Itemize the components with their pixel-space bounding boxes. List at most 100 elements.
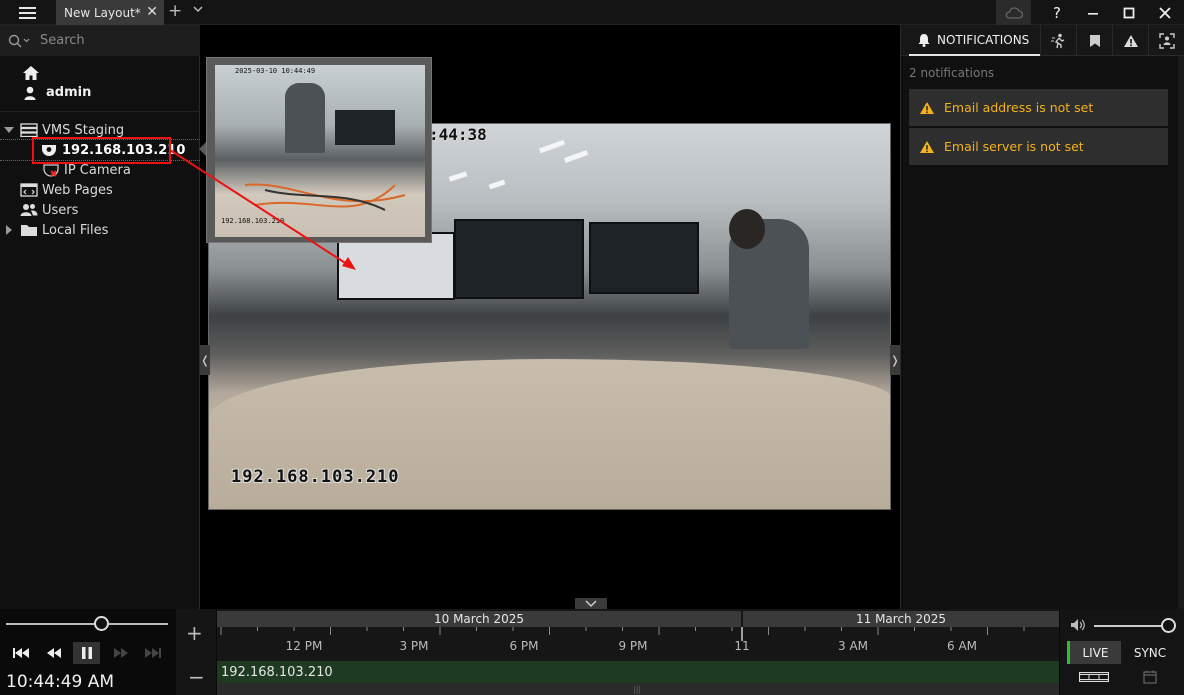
tab-notifications[interactable]: NOTIFICATIONS	[909, 25, 1040, 56]
maximize-icon	[1123, 7, 1135, 18]
playback-controls: 10:44:49 AM + − 10 March 2025 11 March 2…	[0, 609, 1184, 695]
notifications-scrollbar[interactable]	[1178, 56, 1184, 609]
notification-item[interactable]: Email address is not set	[909, 89, 1168, 126]
video-detail	[589, 222, 699, 294]
help-button[interactable]: ?	[1039, 0, 1075, 25]
tab-bookmarks[interactable]	[1076, 25, 1112, 56]
skip-forward-icon	[144, 648, 161, 658]
tree-item-users[interactable]: Users	[20, 200, 78, 220]
tree-item-local-files[interactable]: Local Files	[0, 220, 108, 240]
server-icon	[20, 123, 38, 137]
playback-clock: 10:44:49 AM	[6, 672, 115, 692]
timeline-date-segment: 11 March 2025	[743, 611, 1059, 627]
home-icon[interactable]	[22, 65, 40, 81]
cloud-button[interactable]	[996, 0, 1031, 25]
fast-forward-button[interactable]	[107, 642, 134, 664]
thumbnails-toggle-button[interactable]	[1067, 667, 1121, 687]
tree-item-web-pages[interactable]: Web Pages	[20, 180, 113, 200]
users-label: Users	[42, 202, 79, 218]
pause-button[interactable]	[73, 642, 100, 664]
minimize-icon	[1088, 12, 1098, 15]
next-chunk-button[interactable]	[139, 642, 166, 664]
warning-icon	[920, 101, 934, 114]
timeline-scroll-grip[interactable]: |||	[633, 685, 641, 694]
timeline-date-segment: 10 March 2025	[217, 611, 741, 627]
notifications-panel: NOTIFICATIONS 2 notifications Email addr…	[900, 25, 1184, 609]
volume-and-mode-area: LIVE SYNC	[1060, 609, 1184, 695]
timeline-hour-label: 3 PM	[399, 639, 429, 653]
timeline-hour-label: 3 AM	[837, 639, 869, 653]
timeline-date-label: 10 March 2025	[433, 612, 525, 626]
server-label: VMS Staging	[42, 122, 125, 138]
right-panel-toggle[interactable]: ❭	[890, 345, 900, 375]
minimize-button[interactable]	[1075, 0, 1111, 25]
timeline-camera-track[interactable]: 192.168.103.210	[217, 661, 1059, 683]
right-panel-tabs: NOTIFICATIONS	[901, 25, 1184, 56]
volume-icon[interactable]	[1070, 618, 1086, 632]
volume-slider[interactable]	[1094, 625, 1166, 627]
object-detection-icon	[1158, 32, 1175, 49]
users-icon	[20, 203, 38, 217]
timeline-track-label: 192.168.103.210	[221, 664, 333, 680]
notification-item[interactable]: Email server is not set	[909, 128, 1168, 165]
zoom-in-button[interactable]: +	[186, 621, 203, 645]
rewind-icon	[46, 648, 61, 658]
close-tab-icon[interactable]: ✕	[146, 4, 158, 20]
chevron-down-icon	[585, 600, 597, 608]
preview-osd-bottom: 192.168.103.210	[221, 217, 285, 225]
left-panel-toggle[interactable]: ❬	[200, 345, 210, 375]
bookmark-icon	[1089, 34, 1100, 47]
expand-arrow-icon[interactable]	[0, 123, 20, 137]
collapse-arrow-icon[interactable]	[0, 223, 20, 237]
sync-button[interactable]: SYNC	[1123, 641, 1177, 664]
tab-events[interactable]	[1112, 25, 1148, 56]
video-detail	[488, 179, 506, 190]
previous-chunk-button[interactable]	[7, 642, 34, 664]
search-input[interactable]: Search	[40, 33, 85, 48]
speed-slider[interactable]	[6, 623, 168, 625]
close-window-button[interactable]	[1147, 0, 1183, 25]
camera-offline-icon	[42, 163, 60, 177]
live-button[interactable]: LIVE	[1067, 641, 1121, 664]
timeline-date-label: 11 March 2025	[855, 612, 947, 626]
layout-tab[interactable]: New Layout* ✕	[56, 0, 164, 25]
search-box[interactable]: Search	[0, 25, 200, 56]
search-icon	[8, 34, 30, 47]
web-pages-icon	[20, 183, 38, 197]
timeline-hour-label: 6 PM	[509, 639, 539, 653]
rewind-button[interactable]	[40, 642, 67, 664]
preview-detail	[335, 110, 395, 145]
tab-motion[interactable]	[1040, 25, 1076, 56]
volume-slider-handle[interactable]	[1161, 618, 1176, 633]
skip-back-icon	[12, 648, 29, 658]
chevron-down-icon[interactable]	[193, 4, 203, 14]
filmstrip-icon	[1079, 672, 1109, 682]
video-detail	[454, 219, 584, 299]
current-user[interactable]: admin	[24, 85, 91, 100]
fast-forward-icon	[113, 648, 128, 658]
motion-icon	[1050, 33, 1064, 48]
maximize-button[interactable]	[1111, 0, 1147, 25]
video-detail	[209, 359, 890, 509]
timeline[interactable]: 10 March 2025 11 March 2025 12 PM 3 PM 6…	[217, 609, 1059, 695]
tab-object-search[interactable]	[1148, 25, 1184, 56]
video-detail	[729, 209, 765, 249]
resource-tree-panel: Search admin VMS Staging 192.168.103.210…	[0, 25, 200, 609]
notification-text: Email server is not set	[944, 139, 1084, 154]
zoom-out-button[interactable]: −	[188, 665, 205, 689]
new-tab-button[interactable]: +	[168, 1, 182, 21]
video-osd-ip: 192.168.103.210	[231, 467, 400, 487]
username: admin	[46, 85, 92, 100]
web-pages-label: Web Pages	[42, 182, 113, 198]
main-menu-button[interactable]	[0, 0, 55, 25]
close-icon	[1159, 6, 1171, 19]
bell-icon	[918, 33, 930, 47]
video-detail	[563, 150, 589, 163]
speed-slider-handle[interactable]	[94, 616, 109, 631]
calendar-button[interactable]	[1123, 667, 1177, 687]
annotation-highlight-box	[32, 137, 171, 164]
tab-notifications-label: NOTIFICATIONS	[937, 32, 1030, 47]
pause-icon	[81, 647, 92, 659]
title-bar: New Layout* ✕ + ?	[0, 0, 1184, 25]
video-detail	[448, 171, 468, 182]
